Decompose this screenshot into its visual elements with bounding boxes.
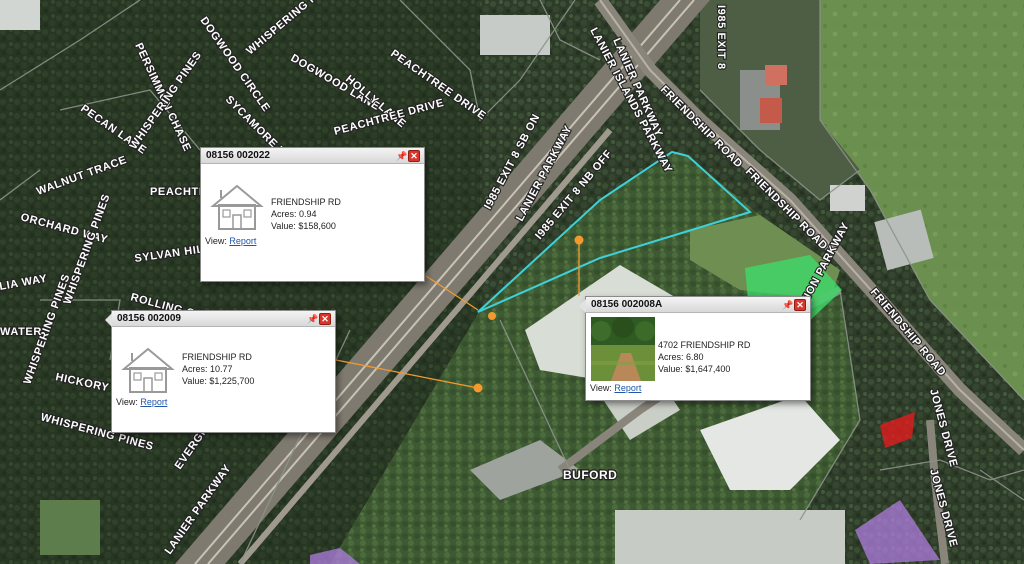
parcel-acres: Acres: 6.80 bbox=[658, 352, 704, 362]
aerial-map[interactable]: LANIER ISLANDS PARKWAY LANIER PARKWAY I9… bbox=[0, 0, 1024, 564]
close-icon[interactable]: ✕ bbox=[408, 150, 420, 162]
road-label: I985 EXIT 8 bbox=[715, 5, 727, 70]
report-link[interactable]: Report bbox=[229, 236, 256, 246]
parcel-marker bbox=[473, 383, 483, 393]
pin-icon[interactable]: 📌 bbox=[307, 314, 318, 324]
parcel-value: Value: $158,600 bbox=[271, 221, 336, 231]
close-icon[interactable]: ✕ bbox=[794, 299, 806, 311]
parcel-popup[interactable]: 08156 002009 📌 ✕ FRIENDSHIP RD Acres: 10… bbox=[105, 310, 336, 433]
parcel-acres: Acres: 0.94 bbox=[271, 209, 317, 219]
view-prefix: View: bbox=[590, 383, 612, 393]
parcel-value: Value: $1,225,700 bbox=[182, 376, 255, 386]
popup-header: 08156 002009 📌 ✕ bbox=[112, 311, 335, 327]
parcel-address: FRIENDSHIP RD bbox=[271, 197, 341, 207]
report-link[interactable]: Report bbox=[140, 397, 167, 407]
view-row: View: Report bbox=[116, 397, 167, 407]
parcel-value: Value: $1,647,400 bbox=[658, 364, 731, 374]
pin-icon[interactable]: 📌 bbox=[782, 300, 793, 310]
house-icon bbox=[210, 184, 264, 230]
popup-pointer bbox=[105, 313, 112, 327]
parcel-address: FRIENDSHIP RD bbox=[182, 352, 252, 362]
view-prefix: View: bbox=[205, 236, 227, 246]
place-label-buford: BUFORD bbox=[563, 468, 617, 482]
pin-icon[interactable]: 📌 bbox=[396, 151, 407, 161]
view-row: View: Report bbox=[205, 236, 256, 246]
parcel-marker bbox=[574, 235, 584, 245]
view-row: View: Report bbox=[590, 383, 641, 393]
report-link[interactable]: Report bbox=[614, 383, 641, 393]
parcel-photo bbox=[591, 317, 655, 381]
parcel-popup[interactable]: 08156 002008A 📌 ✕ 4702 FRIENDSHIP RD Acr… bbox=[579, 296, 811, 401]
popup-header: 08156 002008A 📌 ✕ bbox=[586, 297, 810, 313]
parcel-acres: Acres: 10.77 bbox=[182, 364, 233, 374]
parcel-address: 4702 FRIENDSHIP RD bbox=[658, 340, 751, 350]
close-icon[interactable]: ✕ bbox=[319, 313, 331, 325]
road-label: WATER bbox=[0, 326, 42, 338]
parcel-id: 08156 002022 bbox=[206, 150, 270, 161]
parcel-id: 08156 002008A bbox=[591, 299, 663, 310]
popup-pointer bbox=[579, 299, 586, 313]
parcel-marker bbox=[488, 312, 496, 320]
view-prefix: View: bbox=[116, 397, 138, 407]
parcel-popup[interactable]: 08156 002022 📌 ✕ FRIENDSHIP RD Acres: 0.… bbox=[200, 147, 425, 282]
house-icon bbox=[121, 347, 175, 393]
parcel-id: 08156 002009 bbox=[117, 313, 181, 324]
popup-header: 08156 002022 📌 ✕ bbox=[201, 148, 424, 164]
